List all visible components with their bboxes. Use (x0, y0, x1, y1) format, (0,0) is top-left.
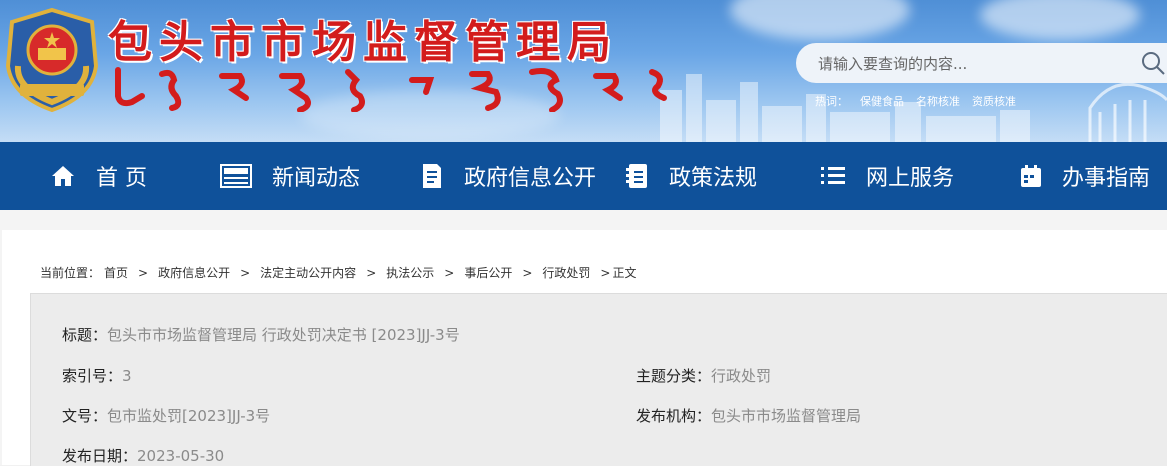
breadcrumb-separator: > (240, 266, 251, 280)
meta-title-label: 标题： (62, 326, 108, 344)
list-icon (821, 167, 845, 184)
nav-item-label: 网上服务 (866, 166, 955, 191)
meta-index: 索引号：3 (62, 365, 132, 386)
site-title: 包头市市场监督管理局 (108, 17, 618, 68)
breadcrumb-separator: > (444, 266, 455, 280)
nav-item-online-service[interactable]: 网上服务 (820, 142, 954, 210)
breadcrumb-item-current: 正文 (612, 266, 637, 280)
nav-item-policy[interactable]: 政策法规 (625, 142, 757, 210)
meta-org-value: 包头市市场监督管理局 (711, 407, 862, 425)
nav-item-label: 办事指南 (1062, 166, 1151, 191)
hot-word-name-approval[interactable]: 名称核准 (916, 95, 960, 108)
document-meta-box (30, 293, 1167, 466)
home-icon (52, 166, 74, 186)
breadcrumb-item-statutory-content[interactable]: 法定主动公开内容 (260, 266, 356, 280)
nav-item-label: 政策法规 (669, 166, 758, 191)
hot-word-health-food[interactable]: 保健食品 (860, 95, 904, 108)
breadcrumb-prefix: 当前位置： (40, 266, 101, 280)
breadcrumb-item-home[interactable]: 首页 (104, 266, 128, 280)
nav-item-government-info[interactable]: 政府信息公开 (420, 142, 596, 210)
breadcrumb-item-enforcement[interactable]: 执法公示 (386, 266, 434, 280)
meta-index-value: 3 (122, 367, 132, 385)
meta-docno-value: 包市监处罚[2023]JJ-3号 (107, 407, 271, 425)
meta-publisher: 发布机构：包头市市场监督管理局 (636, 405, 861, 426)
cloud (980, 0, 1140, 40)
search-box (796, 43, 1167, 85)
breadcrumb-item-post-disclosure[interactable]: 事后公开 (464, 266, 512, 280)
header-banner: 包头市市场监督管理局 热词： 保健食品名称核准资质核准 (0, 0, 1167, 142)
nav-item-guide[interactable]: 办事指南 (1020, 142, 1150, 210)
breadcrumb-item-government-info[interactable]: 政府信息公开 (158, 266, 230, 280)
meta-publish-date: 发布日期：2023-05-30 (62, 445, 224, 466)
meta-document-number: 文号：包市监处罚[2023]JJ-3号 (62, 405, 270, 426)
nav-item-label: 政府信息公开 (464, 166, 597, 191)
calendar-icon (1021, 165, 1041, 187)
breadcrumb: 当前位置： 首页 > 政府信息公开 > 法定主动公开内容 > 执法公示 > 事后公开 > 行政处罚 > 正… (40, 264, 647, 281)
search-icon[interactable] (1138, 48, 1167, 78)
hot-words: 热词： 保健食品 名称核准 资质核准 (815, 93, 1028, 109)
breadcrumb-separator: > (600, 266, 611, 280)
breadcrumb-item-penalty[interactable]: 行政处罚 (542, 266, 590, 280)
mongolian-script-title (115, 67, 667, 112)
hot-word-qualification-approval[interactable]: 资质核准 (972, 95, 1016, 108)
nav-item-home[interactable]: 首 页 (50, 142, 147, 210)
market-supervision-emblem (5, 8, 99, 112)
breadcrumb-separator: > (522, 266, 533, 280)
notebook-icon (626, 164, 647, 188)
nav-item-news[interactable]: 新闻动态 (220, 142, 360, 210)
meta-title-value: 包头市市场监督管理局 行政处罚决定书 [2023]JJ-3号 (107, 326, 460, 344)
meta-date-label: 发布日期： (62, 447, 138, 465)
meta-org-label: 发布机构： (636, 407, 712, 425)
news-icon (220, 164, 252, 188)
meta-topic-value: 行政处罚 (711, 367, 772, 385)
meta-date-value: 2023-05-30 (137, 447, 225, 465)
hot-words-label: 热词： (815, 95, 848, 108)
meta-index-label: 索引号： (62, 367, 123, 385)
main-nav: 首 页 新闻动态 政府信息公开 政策法规 网上服务 办事指南 (0, 142, 1167, 210)
search-input[interactable] (816, 43, 1120, 85)
meta-title: 标题：包头市市场监督管理局 行政处罚决定书 [2023]JJ-3号 (62, 324, 460, 345)
cloud (730, 0, 910, 40)
breadcrumb-separator: > (366, 266, 377, 280)
nav-item-label: 首 页 (96, 166, 147, 191)
document-icon (423, 164, 441, 188)
meta-topic-label: 主题分类： (636, 367, 712, 385)
breadcrumb-separator: > (138, 266, 149, 280)
meta-topic: 主题分类：行政处罚 (636, 365, 771, 386)
nav-item-label: 新闻动态 (272, 166, 361, 191)
meta-docno-label: 文号： (62, 407, 108, 425)
